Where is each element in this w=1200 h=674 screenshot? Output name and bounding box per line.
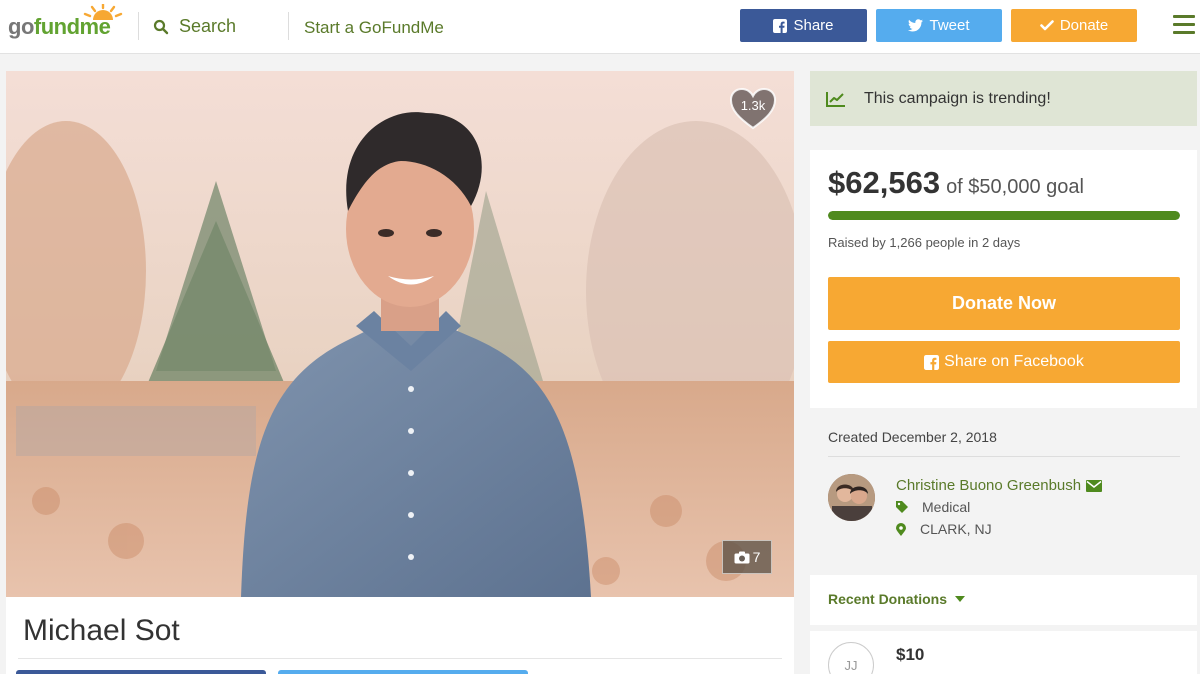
- map-pin-icon: [896, 522, 906, 536]
- check-icon: [1040, 20, 1054, 31]
- organizer-avatar[interactable]: [828, 474, 875, 521]
- category-text: Medical: [922, 499, 971, 515]
- share-on-facebook-button[interactable]: Share on Facebook: [828, 341, 1180, 383]
- search-icon: [153, 19, 169, 34]
- organizer-name: Christine Buono Greenbush: [896, 477, 1082, 494]
- logo-text-go: go: [8, 14, 34, 39]
- donate-button[interactable]: Donate: [1011, 9, 1137, 42]
- donor-initials: JJ: [828, 642, 874, 674]
- organizer-avatar-image: [828, 474, 875, 521]
- donate-label: Donate: [1059, 17, 1109, 34]
- tweet-button[interactable]: Tweet: [876, 9, 1002, 42]
- trending-banner: This campaign is trending!: [810, 71, 1197, 126]
- location-text: CLARK, NJ: [920, 521, 992, 537]
- top-nav: gofundme Search Start a GoFundMe Share T…: [0, 0, 1200, 54]
- raised-amount: $62,563: [828, 165, 941, 200]
- campaign-category[interactable]: Medical: [896, 499, 970, 515]
- photo-gallery-button[interactable]: 7: [722, 540, 772, 574]
- start-gofundme-link[interactable]: Start a GoFundMe: [304, 18, 444, 38]
- hamburger-menu-icon[interactable]: [1173, 15, 1195, 35]
- campaign-location: CLARK, NJ: [896, 521, 992, 537]
- recent-donations-card: Recent Donations: [810, 575, 1197, 625]
- campaign-photo-image: [6, 71, 794, 597]
- share-button[interactable]: Share: [740, 9, 867, 42]
- campaign-title: Michael Sot: [23, 614, 180, 647]
- divider: [828, 456, 1180, 457]
- heart-counter[interactable]: 1.3k: [729, 88, 777, 130]
- twitter-icon: [908, 19, 924, 32]
- share-label: Share: [793, 17, 834, 34]
- share-on-facebook-label: Share on Facebook: [944, 353, 1084, 370]
- envelope-icon[interactable]: [1086, 479, 1103, 492]
- trending-text: This campaign is trending!: [864, 89, 1051, 107]
- tag-icon: [896, 501, 908, 513]
- header-divider: [138, 12, 139, 40]
- raised-by-text: Raised by 1,266 people in 2 days: [828, 235, 1021, 250]
- tweet-button-partial[interactable]: [278, 670, 528, 674]
- divider: [18, 658, 782, 659]
- facebook-icon: [924, 354, 940, 370]
- recent-donations-label: Recent Donations: [828, 591, 948, 607]
- camera-icon: [734, 551, 750, 563]
- donation-goal-card: $62,563 of $50,000 goal Raised by 1,266 …: [810, 150, 1197, 408]
- share-button-partial[interactable]: [16, 670, 266, 674]
- photo-count: 7: [752, 549, 761, 565]
- gofundme-logo[interactable]: gofundme: [8, 4, 123, 40]
- facebook-icon: [773, 18, 788, 33]
- logo-sun-icon: [83, 4, 123, 20]
- header-divider: [288, 12, 289, 40]
- campaign-photo[interactable]: [6, 71, 794, 597]
- donate-now-button[interactable]: Donate Now: [828, 277, 1180, 330]
- search-link[interactable]: Search: [153, 16, 236, 37]
- amount-raised: $62,563 of $50,000 goal: [828, 165, 1084, 201]
- caret-down-icon: [955, 596, 966, 602]
- tweet-label: Tweet: [929, 17, 970, 34]
- created-date: Created December 2, 2018: [828, 429, 997, 445]
- organizer-link[interactable]: Christine Buono Greenbush: [896, 477, 1103, 494]
- trending-chart-icon: [826, 91, 845, 107]
- donation-amount: $10: [896, 645, 925, 664]
- search-label: Search: [179, 16, 237, 36]
- progress-fill: [828, 211, 1180, 220]
- heart-count: 1.3k: [740, 98, 766, 113]
- goal-text: of $50,000 goal: [946, 176, 1084, 198]
- campaign-title-card: Michael Sot: [6, 597, 794, 674]
- donation-list-item: JJ $10: [810, 631, 1197, 674]
- progress-bar: [828, 211, 1180, 220]
- recent-donations-toggle[interactable]: Recent Donations: [828, 591, 966, 607]
